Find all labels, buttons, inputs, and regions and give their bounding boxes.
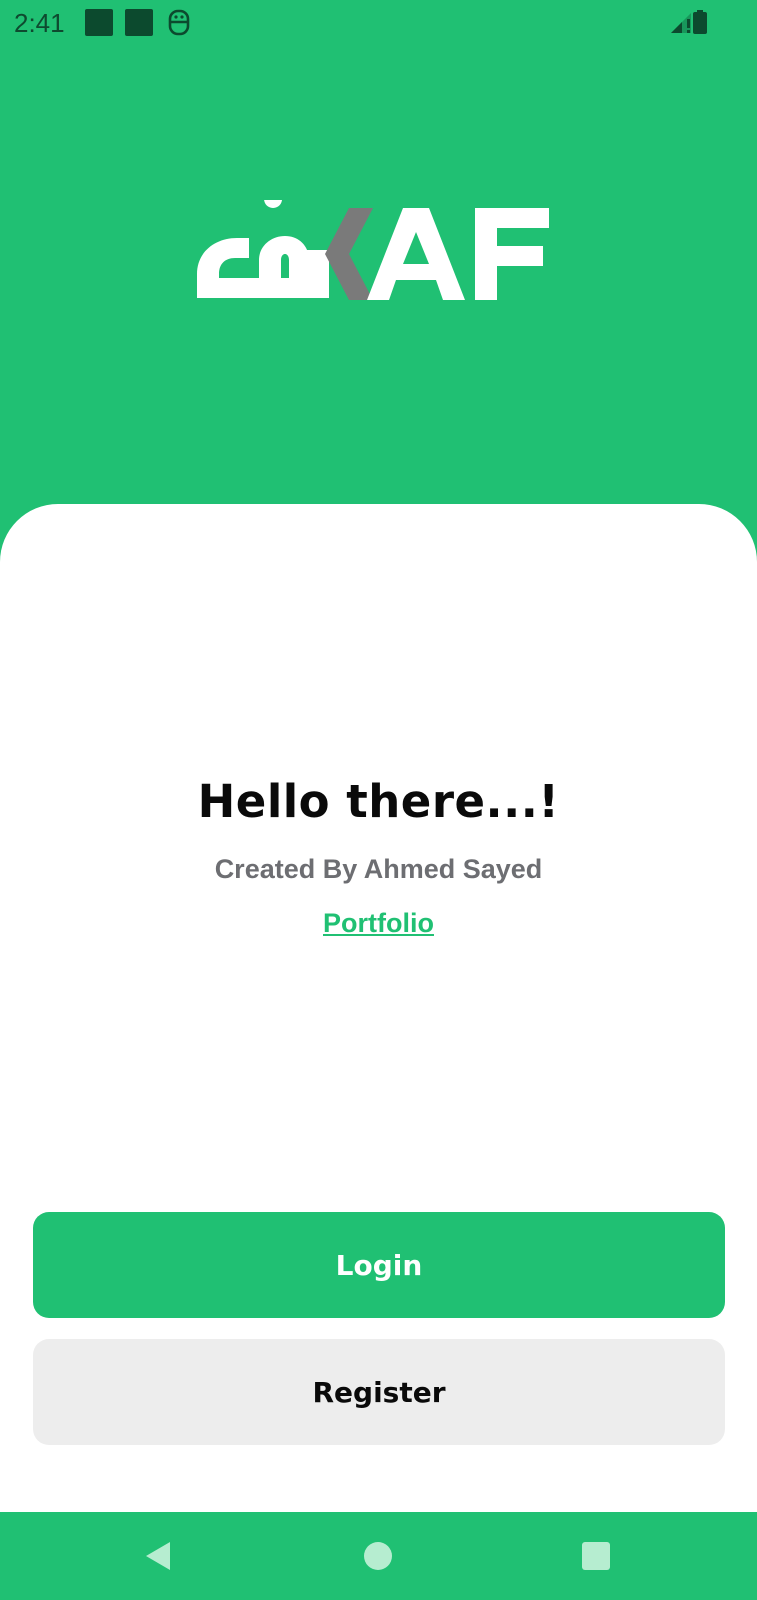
sim-face-icon (168, 9, 190, 36)
welcome-title: Hello there...! (197, 775, 560, 828)
notification-square-icon (125, 9, 153, 36)
register-button[interactable]: Register (33, 1339, 725, 1445)
signal-icon (671, 13, 691, 33)
app-screen: 2:41 Hello there...! Created By Ahmed Sa… (0, 0, 757, 1600)
kaf-logo (197, 200, 549, 300)
recents-icon[interactable] (578, 1538, 614, 1574)
status-time: 2:41 (14, 8, 65, 38)
portfolio-link[interactable]: Portfolio (0, 908, 757, 939)
status-bar: 2:41 (0, 0, 757, 46)
home-icon[interactable] (360, 1538, 396, 1574)
notification-square-icon (85, 9, 113, 36)
back-icon[interactable] (142, 1538, 178, 1574)
system-nav-bar (0, 1512, 757, 1600)
author-credit: Created By Ahmed Sayed (214, 854, 543, 884)
battery-icon (693, 10, 707, 34)
login-button[interactable]: Login (33, 1212, 725, 1318)
